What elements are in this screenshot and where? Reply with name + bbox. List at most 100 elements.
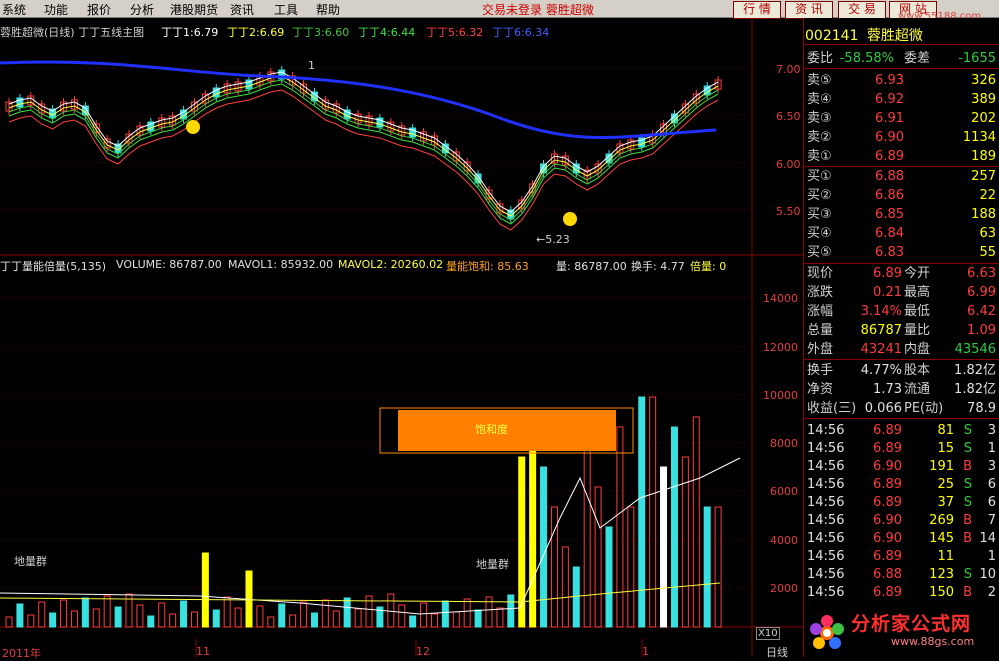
vol-saturation: 量能饱和: 85.63 — [446, 260, 529, 273]
ask-price: 6.89 — [875, 149, 904, 164]
tick-side: B — [963, 531, 972, 546]
bid-row: 买⑤ 6.83 55 — [805, 244, 998, 261]
volume-bar — [649, 396, 657, 628]
menu-news[interactable]: 资讯 — [230, 1, 254, 18]
volume-bar — [278, 603, 286, 628]
d4-value: 6.44 — [390, 26, 416, 39]
x10-button[interactable]: X10 — [756, 627, 780, 640]
tick-time: 14:56 — [807, 531, 845, 546]
login-status: 交易未登录 蓉胜超微 — [482, 3, 594, 17]
weibi-label: 委比 — [807, 51, 834, 66]
volume-bar — [507, 594, 515, 628]
tick-time: 14:56 — [807, 495, 845, 510]
date-tick-1: 1 — [642, 645, 649, 658]
menu-analysis[interactable]: 分析 — [130, 1, 154, 18]
tick-side: B — [963, 585, 972, 600]
menu-tools[interactable]: 工具 — [274, 1, 298, 18]
quote-row: 现价 6.89 今开 6.63 — [805, 265, 998, 282]
divider — [804, 418, 999, 419]
fund-label: 股本 — [904, 363, 931, 378]
volume-chart — [0, 396, 741, 628]
quote-value: 6.42 — [967, 304, 996, 319]
volume-bar — [49, 612, 57, 628]
volume-bar — [616, 426, 624, 628]
vol-tick-2000: 2000 — [770, 582, 798, 595]
volume-bar — [605, 526, 613, 628]
volume-bar — [387, 593, 395, 628]
smiley-icon — [563, 212, 577, 226]
bid-volume: 188 — [971, 207, 996, 222]
divider — [804, 359, 999, 360]
price-chart — [0, 60, 722, 231]
news-button[interactable]: 资 讯 — [785, 1, 833, 19]
volume-bar — [463, 598, 471, 628]
d2-value: 6.69 — [259, 26, 285, 39]
volume-bar — [114, 606, 122, 628]
tick-volume: 269 — [929, 513, 954, 528]
volume-bar — [540, 466, 548, 628]
tick-row: 14:56 6.89 11 1 — [805, 548, 998, 565]
d5-label-text: 丁丁5: — [426, 26, 459, 39]
quote-value: 6.89 — [873, 266, 902, 281]
divider — [804, 44, 999, 45]
quote-label: 今开 — [904, 266, 931, 281]
quote-value: 6.99 — [967, 285, 996, 300]
price-tick-700: 7.00 — [776, 63, 801, 76]
bid-volume: 55 — [979, 245, 996, 260]
menu-bar: 系统 功能 报价 分析 港股期货 资讯 工具 帮助 交易未登录 蓉胜超微 行 情… — [0, 0, 999, 22]
tick-price: 6.89 — [873, 477, 902, 492]
tick-row: 14:56 6.89 150 B 2 — [805, 584, 998, 601]
quote-row: 外盘 43241 内盘 43546 — [805, 341, 998, 358]
volume-bar — [529, 436, 537, 628]
volume-bar — [321, 599, 329, 628]
flower-logo-icon — [810, 615, 844, 649]
quote-button[interactable]: 行 情 — [733, 1, 781, 19]
menu-hk-futures[interactable]: 港股期货 — [170, 1, 218, 18]
tick-side: S — [963, 495, 972, 510]
volume-bar — [5, 616, 13, 628]
chart-area[interactable] — [0, 18, 803, 657]
ask-row: 卖① 6.89 189 — [805, 148, 998, 165]
vol-mavol2: MAVOL2: 20260.02 — [338, 258, 444, 271]
tick-volume: 123 — [929, 567, 954, 582]
menu-system[interactable]: 系统 — [2, 1, 26, 18]
quote-label: 量比 — [904, 323, 931, 338]
menu-help[interactable]: 帮助 — [316, 1, 340, 18]
quote-label: 现价 — [807, 266, 834, 281]
vol-indicator-name: 丁丁量能倍量(5,135) — [0, 260, 107, 273]
bid-row: 买② 6.86 22 — [805, 187, 998, 204]
vol-tick-6000: 6000 — [770, 485, 798, 498]
bid-price: 6.86 — [875, 188, 904, 203]
d1-value: 6.79 — [193, 26, 219, 39]
trade-button[interactable]: 交 易 — [838, 1, 886, 19]
tick-row: 14:56 6.89 15 S 1 — [805, 440, 998, 457]
tick-volume: 81 — [937, 423, 954, 438]
fund-label: 换手 — [807, 363, 834, 378]
tick-volume: 145 — [929, 531, 954, 546]
vol-multiple: 倍量: 0 — [690, 260, 727, 273]
smiley-icon — [186, 120, 200, 134]
d6-value: 6.34 — [524, 26, 550, 39]
volume-bar — [158, 602, 166, 628]
weibi-value: -58.58% — [839, 51, 894, 66]
fund-value: 1.73 — [873, 382, 902, 397]
ask-volume: 326 — [971, 73, 996, 88]
volume-bar — [16, 603, 24, 628]
quote-value: 86787 — [860, 323, 902, 338]
menu-quote[interactable]: 报价 — [87, 1, 111, 18]
tick-count: 7 — [987, 513, 996, 528]
tick-time: 14:56 — [807, 423, 845, 438]
bid-label: 买② — [807, 188, 832, 203]
quote-label: 最高 — [904, 285, 931, 300]
d2-label-text: 丁丁2: — [227, 26, 260, 39]
fund-value: 1.82亿 — [954, 363, 996, 378]
volume-bar — [332, 610, 340, 628]
fund-row: 换手 4.77% 股本 1.82亿 — [805, 362, 998, 379]
low-annotation: ←5.23 — [536, 233, 570, 246]
period-tab-daily[interactable]: 日线 — [766, 644, 788, 660]
divider — [804, 68, 999, 69]
menu-function[interactable]: 功能 — [44, 1, 68, 18]
volume-bar — [714, 506, 722, 628]
quote-value: 1.09 — [967, 323, 996, 338]
vol-tick-10000: 10000 — [763, 389, 798, 402]
